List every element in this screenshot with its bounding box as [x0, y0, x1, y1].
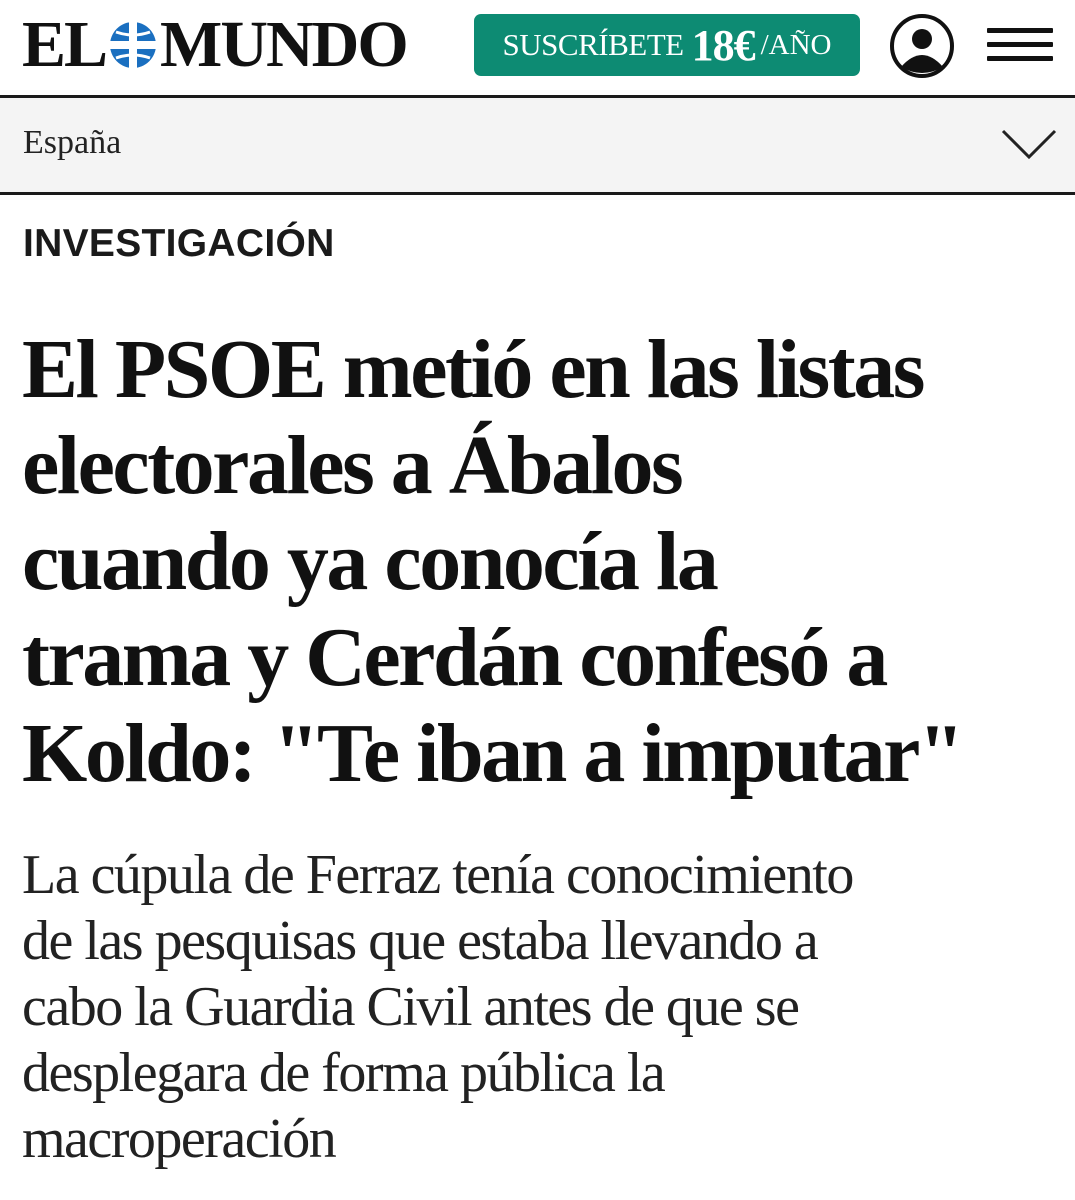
chevron-down-icon[interactable]: [1000, 126, 1058, 162]
site-header: EL MUNDO SUSCRÍBETE 18€ /AÑO: [0, 0, 1075, 98]
article-kicker[interactable]: INVESTIGACIÓN: [23, 222, 335, 266]
menu-bar-line: [987, 28, 1053, 33]
standfirst-line: desplegara de forma pública la: [22, 1042, 666, 1104]
headline-line: cuando ya conocía la: [22, 515, 719, 608]
standfirst-line: de las pesquisas que estaba llevando a: [22, 910, 819, 972]
standfirst-line: macroperación: [22, 1108, 337, 1170]
el-mundo-logo[interactable]: EL MUNDO: [22, 8, 409, 81]
headline-line: trama y Cerdán confesó a: [22, 611, 888, 704]
subscribe-price: 18€: [691, 20, 756, 70]
logo-text-el: EL: [22, 8, 108, 81]
headline-line: Koldo: "Te iban a imputar": [22, 707, 965, 800]
user-account-icon[interactable]: [889, 13, 955, 79]
menu-bar-line: [987, 56, 1053, 61]
article-standfirst: La cúpula de Ferraz tenía conocimiento d…: [22, 842, 1062, 1172]
menu-bar-line: [987, 42, 1053, 47]
subscribe-label: SUSCRÍBETE: [502, 27, 685, 62]
section-label: España: [23, 124, 122, 161]
section-selector[interactable]: España: [0, 98, 1075, 195]
headline-line: electorales a Ábalos: [22, 419, 684, 512]
globe-icon: [108, 20, 158, 70]
hamburger-menu-icon[interactable]: [987, 28, 1053, 64]
logo-text-mundo: MUNDO: [160, 8, 409, 81]
standfirst-line: La cúpula de Ferraz tenía conocimiento: [22, 844, 854, 906]
subscribe-button[interactable]: SUSCRÍBETE 18€ /AÑO: [474, 14, 860, 76]
subscribe-period: /AÑO: [760, 28, 832, 61]
headline-line: El PSOE metió en las listas: [22, 323, 925, 416]
standfirst-line: cabo la Guardia Civil antes de que se: [22, 976, 800, 1038]
article-headline[interactable]: El PSOE metió en las listas electorales …: [22, 322, 1062, 802]
